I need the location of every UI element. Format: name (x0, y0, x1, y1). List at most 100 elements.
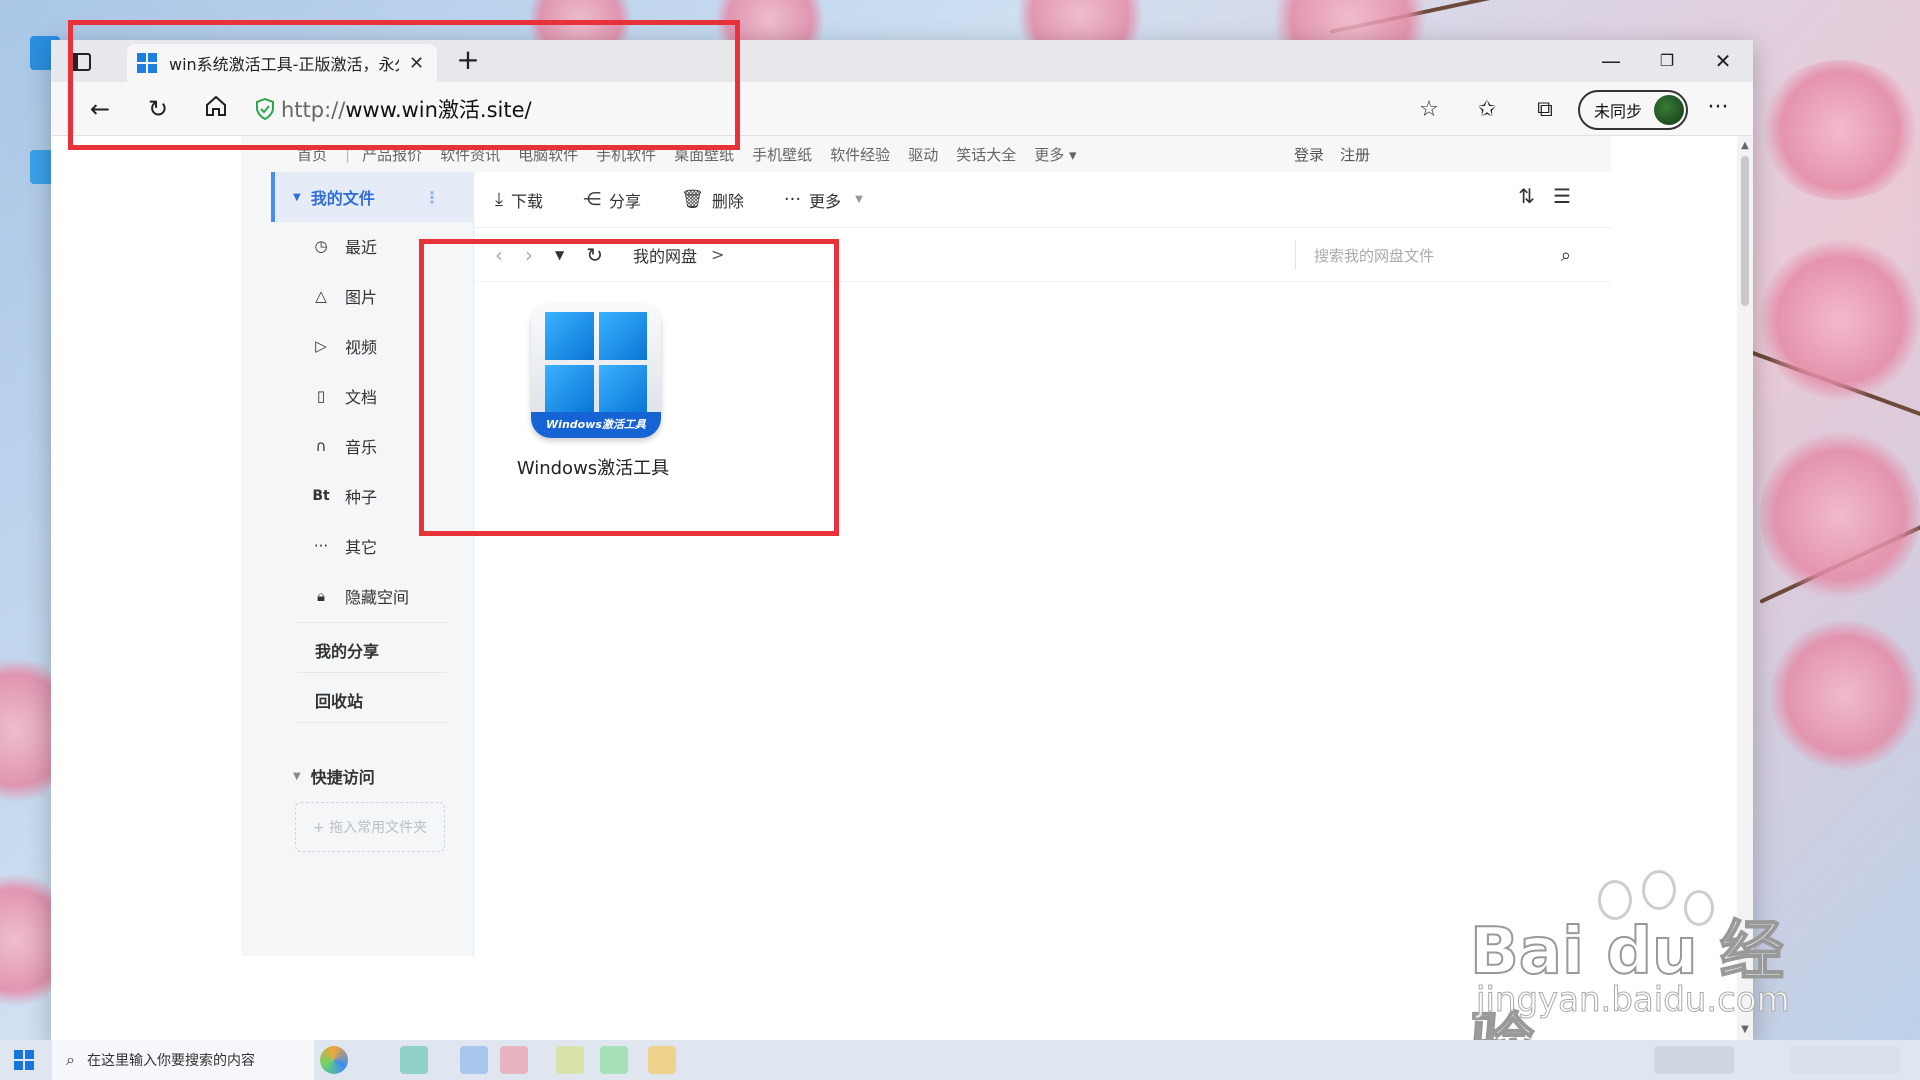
share-button[interactable]: ⋲ 分享 (583, 188, 641, 212)
taskbar-app-icon[interactable] (556, 1046, 584, 1074)
icon-caption: Windows激活工具 (531, 412, 661, 438)
taskbar-app-icon[interactable] (648, 1046, 676, 1074)
download-label: 下载 (510, 191, 543, 211)
avatar (1654, 95, 1685, 125)
nav-item-mobile-wallpaper[interactable]: 手机壁纸 (752, 144, 812, 165)
more-button[interactable]: ··· 更多 ▼ (784, 188, 863, 212)
favorites-icon[interactable]: ✩ (1471, 94, 1503, 126)
sidebar-item-torrents[interactable]: Bt 种子 (311, 476, 377, 516)
back-icon[interactable]: ‹ (495, 243, 503, 267)
collections-icon[interactable]: ⧉ (1529, 94, 1561, 126)
taskbar-app-icon[interactable] (600, 1046, 628, 1074)
nav-item-quotes[interactable]: 产品报价 (362, 144, 422, 165)
sidebar-item-hidden-space[interactable]: 🔒︎ 隐藏空间 (311, 576, 409, 616)
windows-logo-icon (545, 312, 647, 412)
nav-item-pc-software[interactable]: 电脑软件 (518, 144, 578, 165)
file-item[interactable]: Windows激活工具 Windows激活工具 (503, 304, 683, 494)
restore-icon[interactable]: ❐ (1647, 46, 1687, 76)
sidebar-item-label: 种子 (345, 488, 378, 507)
taskbar-search-input[interactable]: ⌕ 在这里输入你要搜索的内容 (52, 1040, 314, 1080)
profile-sync-button[interactable]: 未同步 (1578, 90, 1688, 130)
sidebar-item-label: 音乐 (345, 438, 378, 457)
nav-item-desktop-wallpaper[interactable]: 桌面壁纸 (674, 144, 734, 165)
nav-item-experience[interactable]: 软件经验 (830, 144, 890, 165)
browser-tab[interactable]: win系统激活工具-正版激活，永久 ✕ (127, 44, 437, 82)
share-icon: ⋲ (582, 189, 601, 210)
blossom (1760, 240, 1920, 400)
search-icon[interactable]: ⌕ (1561, 245, 1571, 266)
drop-zone[interactable]: + 拖入常用文件夹 (295, 802, 445, 852)
register-link[interactable]: 注册 (1340, 144, 1370, 165)
address-bar[interactable]: http://www.win激活.site/ (241, 90, 1441, 128)
more-label: 更多 (809, 191, 842, 211)
system-tray[interactable] (1654, 1046, 1734, 1074)
tab-actions-icon[interactable] (69, 50, 93, 74)
start-icon[interactable] (14, 1050, 34, 1070)
nav-item-jokes[interactable]: 笑话大全 (956, 144, 1016, 165)
blossom (1770, 620, 1920, 770)
trash-icon: 🗑︎ (681, 189, 704, 210)
sidebar-item-documents[interactable]: ▯ 文档 (311, 376, 377, 416)
close-tab-icon[interactable]: ✕ (409, 53, 424, 74)
blossom (1760, 60, 1920, 200)
sidebar-item-label: 我的文件 (310, 189, 375, 208)
add-favorite-icon[interactable]: ☆ (1413, 94, 1445, 126)
edge-icon[interactable] (320, 1046, 348, 1074)
back-icon[interactable]: ← (85, 94, 115, 124)
more-options-icon[interactable]: ··· (1702, 94, 1734, 126)
divider (297, 622, 447, 623)
taskbar-app-icon[interactable] (460, 1046, 488, 1074)
blossom (1760, 430, 1920, 600)
sidebar-item-label: 图片 (345, 288, 378, 307)
share-label: 分享 (608, 191, 641, 211)
sidebar-item-recycle-bin[interactable]: 回收站 (315, 688, 363, 712)
download-icon: ⤓ (495, 189, 503, 210)
home-icon[interactable] (201, 94, 231, 124)
login-link[interactable]: 登录 (1294, 144, 1324, 165)
sidebar-item-videos[interactable]: ▷ 视频 (311, 326, 377, 366)
quick-access-header[interactable]: ▼ 快捷访问 (293, 764, 375, 788)
tab-title: win系统激活工具-正版激活，永久 (169, 55, 399, 74)
kebab-icon[interactable]: ⋮ (424, 188, 440, 207)
sidebar-item-images[interactable]: △ 图片 (311, 276, 377, 316)
taskbar: ⌕ 在这里输入你要搜索的内容 (0, 1040, 1920, 1080)
search-input[interactable]: 搜索我的网盘文件 ⌕ (1295, 240, 1585, 270)
download-button[interactable]: ⤓ 下载 (495, 188, 543, 212)
history-dropdown-icon[interactable]: ▼ (555, 248, 564, 262)
sidebar-item-my-files[interactable]: ▼ 我的文件 ⋮ (271, 172, 474, 222)
list-view-icon[interactable]: ☰ (1553, 184, 1571, 208)
scroll-thumb[interactable] (1741, 156, 1749, 306)
nav-item-more[interactable]: 更多 ▾ (1034, 144, 1076, 165)
minimize-icon[interactable]: — (1591, 46, 1631, 76)
nav-item-drivers[interactable]: 驱动 (908, 144, 938, 165)
delete-button[interactable]: 🗑︎ 删除 (681, 188, 744, 212)
sidebar-item-recent[interactable]: ◷ 最近 (311, 226, 377, 266)
sort-icon[interactable]: ⇅ (1518, 184, 1535, 208)
ellipsis-icon: ··· (783, 189, 802, 210)
document-icon: ▯ (316, 387, 326, 405)
bt-icon: Bt (312, 488, 330, 504)
sidebar-item-my-share[interactable]: 我的分享 (315, 638, 379, 662)
sidebar-item-label: 最近 (345, 238, 378, 257)
sidebar-item-music[interactable]: ∩ 音乐 (311, 426, 378, 466)
taskbar-app-icon[interactable] (500, 1046, 528, 1074)
divider (297, 672, 447, 673)
sidebar-item-other[interactable]: ··· 其它 (311, 526, 377, 566)
forward-icon[interactable]: › (525, 243, 533, 267)
caret-down-icon: ▼ (293, 191, 301, 203)
lock-icon: 🔒︎ (317, 587, 325, 605)
nav-item-news[interactable]: 软件资讯 (440, 144, 500, 165)
search-icon: ⌕ (66, 1050, 75, 1069)
refresh-icon[interactable]: ↻ (143, 94, 173, 124)
nav-item-mobile-software[interactable]: 手机软件 (596, 144, 656, 165)
windows-favicon-icon (137, 53, 157, 73)
clock-tray[interactable] (1790, 1046, 1900, 1074)
scroll-up-icon[interactable]: ▲ (1739, 140, 1751, 152)
refresh-icon[interactable]: ↻ (586, 243, 603, 267)
taskbar-app-icon[interactable] (400, 1046, 428, 1074)
new-tab-button[interactable]: + (453, 46, 483, 76)
close-window-icon[interactable]: ✕ (1703, 46, 1743, 76)
breadcrumb[interactable]: 我的网盘 (633, 243, 697, 267)
view-controls: ⇅ ☰ (1518, 184, 1571, 208)
nav-item-home[interactable]: 首页 (297, 144, 327, 165)
